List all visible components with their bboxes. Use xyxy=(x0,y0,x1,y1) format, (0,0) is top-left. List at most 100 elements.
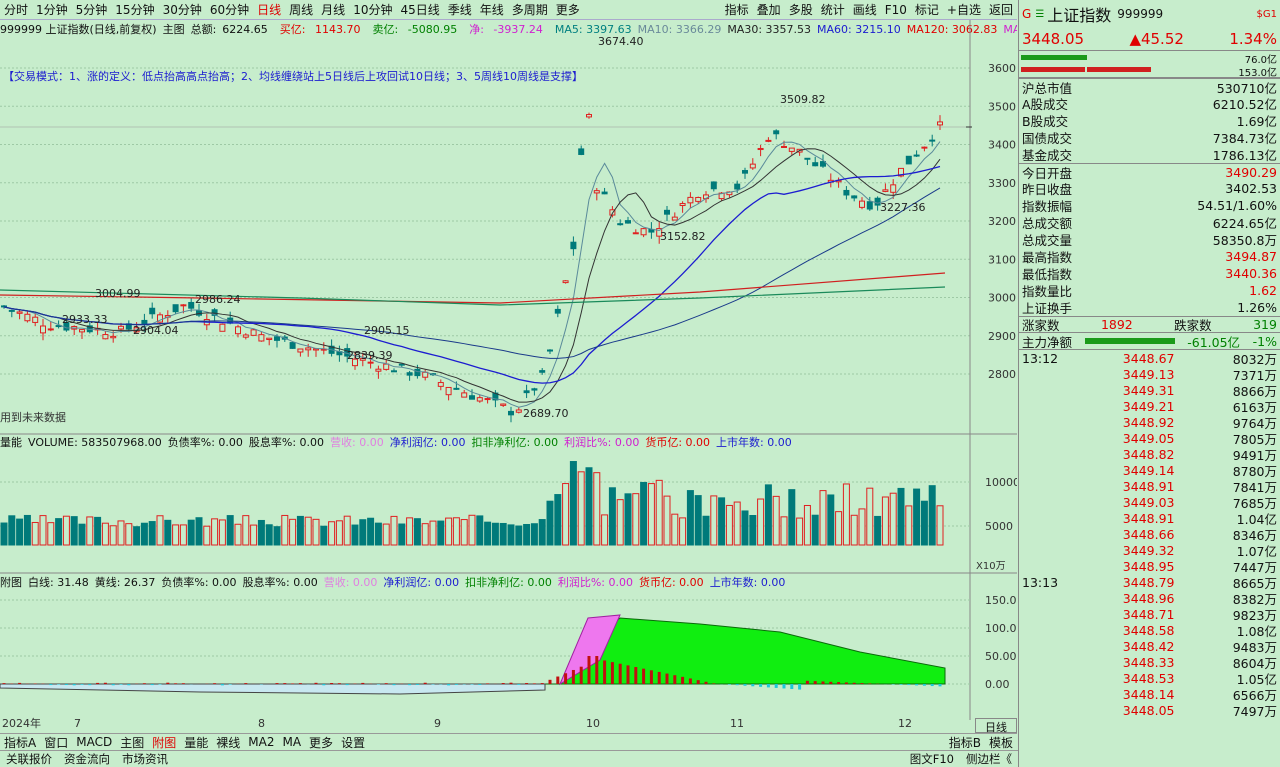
tick-time: 13:13 xyxy=(1022,574,1059,590)
sell-bar-2 xyxy=(1087,67,1151,72)
period-tab[interactable]: 更多 xyxy=(552,1,584,18)
sub-currency: 货币亿: 0.00 xyxy=(638,576,704,589)
price-tick-label: 2800 xyxy=(988,368,1016,381)
candle-body xyxy=(47,328,54,331)
volume-bar xyxy=(913,488,921,546)
candle-body xyxy=(913,154,920,157)
template-tab[interactable]: 模板 xyxy=(985,734,1017,751)
indicator-tab[interactable]: 指标A xyxy=(0,734,40,751)
toolbar-action[interactable]: 返回 xyxy=(985,1,1017,18)
status-right-link[interactable]: 图文F10 xyxy=(904,751,960,767)
period-tab[interactable]: 年线 xyxy=(476,1,508,18)
volume-bar xyxy=(86,516,94,546)
candle-body xyxy=(110,335,117,339)
status-link[interactable]: 市场资讯 xyxy=(116,751,174,767)
toolbar-action[interactable]: +自选 xyxy=(943,1,985,18)
indicator-tab[interactable]: MA2 xyxy=(244,735,278,749)
sub-panel-label[interactable]: 附图 xyxy=(0,574,22,590)
tick-price: 3448.14 xyxy=(1122,686,1175,702)
period-button[interactable]: 日线 xyxy=(975,718,1017,734)
period-tab[interactable]: 10分钟 xyxy=(349,1,396,18)
candle-body xyxy=(406,372,413,376)
volume-bar xyxy=(562,483,570,546)
quote-row-value: 3440.36 xyxy=(1225,266,1277,281)
period-tab[interactable]: 15分钟 xyxy=(111,1,158,18)
volume-bar xyxy=(733,501,741,546)
period-tab[interactable]: 60分钟 xyxy=(206,1,253,18)
template-tab[interactable]: 指标B xyxy=(945,734,985,751)
candle-body xyxy=(734,183,741,190)
group-tag[interactable]: $G1 xyxy=(1257,9,1277,20)
status-link[interactable]: 关联报价 xyxy=(0,751,58,767)
candle-body xyxy=(445,386,452,396)
candle-body xyxy=(453,387,460,390)
quote-row: 总成交额 6224.65亿 xyxy=(1019,214,1280,231)
status-right-link[interactable]: 侧边栏《 xyxy=(960,751,1018,767)
sub-dividend: 股息率%: 0.00 xyxy=(242,576,318,589)
ma120-line xyxy=(0,272,946,304)
volume-bar xyxy=(62,515,70,546)
volume-bar xyxy=(881,496,889,546)
volume-tick-label: 10000 xyxy=(985,476,1017,489)
period-tab[interactable]: 月线 xyxy=(317,1,349,18)
date-axis-label: 2024年 xyxy=(2,716,41,730)
candle-body xyxy=(742,170,748,174)
price-annotation: 3152.82 xyxy=(660,230,706,243)
toolbar-action[interactable]: 标记 xyxy=(911,1,943,18)
menu-icon[interactable]: ☰ xyxy=(1035,9,1044,20)
volume-bar xyxy=(172,524,180,546)
period-tab[interactable]: 日线 xyxy=(253,1,285,18)
status-link[interactable]: 资金流向 xyxy=(58,751,116,767)
indicator-tab[interactable]: 裸线 xyxy=(212,734,244,751)
period-tab[interactable]: 季线 xyxy=(444,1,476,18)
macd-tick-label: 50.00 xyxy=(985,650,1017,663)
volume-bar xyxy=(858,508,866,546)
volume-bar xyxy=(874,515,882,546)
toolbar-action[interactable]: 指标 xyxy=(721,1,753,18)
toolbar-action[interactable]: 多股 xyxy=(785,1,817,18)
period-tab[interactable]: 多周期 xyxy=(508,1,552,18)
period-tab[interactable]: 30分钟 xyxy=(159,1,206,18)
indicator-tab[interactable]: 窗口 xyxy=(40,734,72,751)
toolbar-action[interactable]: 统计 xyxy=(817,1,849,18)
indicator-tab[interactable]: 设置 xyxy=(337,734,369,751)
toolbar-action[interactable]: F10 xyxy=(881,3,911,17)
price-annotation: 3674.40 xyxy=(598,35,644,48)
dividend-ratio: 股息率%: 0.00 xyxy=(248,436,325,449)
indicator-tab[interactable]: MA xyxy=(278,735,305,749)
volume-panel-label[interactable]: 量能 xyxy=(0,434,22,450)
up-count: 1892 xyxy=(1100,317,1133,332)
volume-bar xyxy=(265,524,273,546)
toolbar-action[interactable]: 叠加 xyxy=(753,1,785,18)
indicator-tab[interactable]: 附图 xyxy=(148,734,180,751)
period-tab[interactable]: 5分钟 xyxy=(72,1,112,18)
candle-body xyxy=(632,232,639,235)
tick-price: 3448.91 xyxy=(1122,510,1175,526)
volume-bar xyxy=(242,515,250,546)
quote-row: 沪总市值 530710亿 xyxy=(1019,78,1280,96)
tick-price: 3449.14 xyxy=(1122,462,1175,478)
period-tab[interactable]: 分时 xyxy=(0,1,32,18)
volume-bar xyxy=(796,517,804,546)
volume-bar xyxy=(304,516,312,546)
indicator-tab[interactable]: 更多 xyxy=(305,734,337,751)
tick-price: 3449.21 xyxy=(1122,398,1175,414)
indicator-tabs: 指标A 窗口 MACD 主图 附图 量能 裸线 MA2 MA 更多 设置 指标B 模板 xyxy=(0,733,1017,750)
candle-body xyxy=(851,195,858,199)
period-tab[interactable]: 1分钟 xyxy=(32,1,72,18)
indicator-tab[interactable]: MACD xyxy=(72,735,116,749)
toolbar-action[interactable]: 画线 xyxy=(849,1,881,18)
indicator-tab[interactable]: 量能 xyxy=(180,734,212,751)
volume-bar xyxy=(507,524,515,546)
tick-price: 3449.03 xyxy=(1122,494,1175,510)
period-tab[interactable]: 45日线 xyxy=(396,1,443,18)
quote-row: B股成交 1.69亿 xyxy=(1019,112,1280,129)
debt-ratio: 负债率%: 0.00 xyxy=(167,436,243,449)
volume-bar xyxy=(226,515,234,546)
kline-chart[interactable]: 3600 3500 3400 3300 3200 3100 3000 2900 2800 3674… xyxy=(0,20,1017,733)
indicator-tab[interactable]: 主图 xyxy=(116,734,148,751)
tick-list[interactable]: 13:12 3448.67 8032万 3449.13 7371万 3449.31 8866… xyxy=(1019,350,1280,719)
volume-bar xyxy=(351,524,359,546)
volume-bar xyxy=(78,523,86,546)
period-tab[interactable]: 周线 xyxy=(285,1,317,18)
